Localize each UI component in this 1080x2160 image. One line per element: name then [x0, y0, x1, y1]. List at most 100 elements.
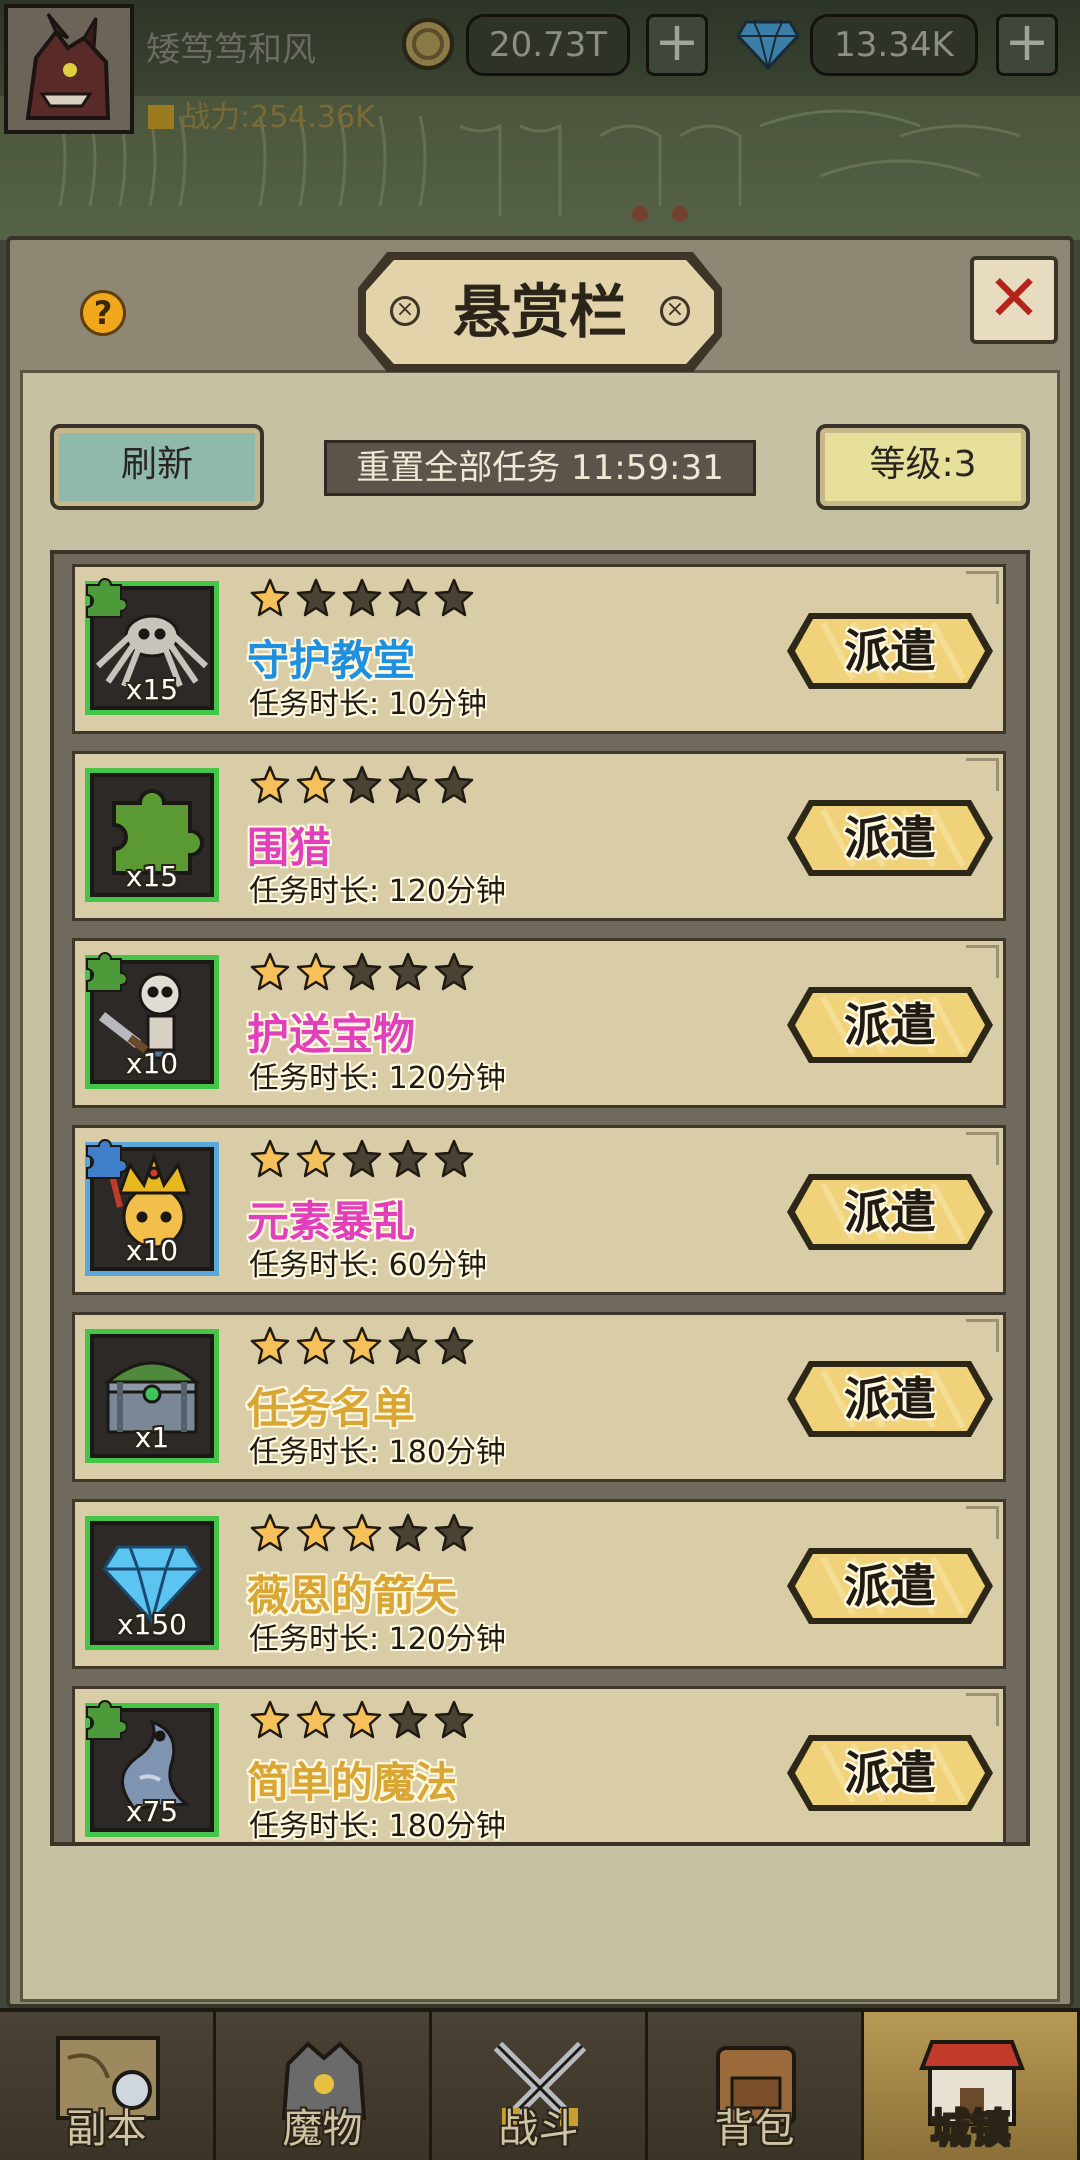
- refresh-button[interactable]: 刷新: [50, 424, 264, 510]
- dispatch-button[interactable]: 派遣: [783, 796, 997, 880]
- difficulty-stars: [249, 951, 475, 997]
- dragon-avatar-icon: [8, 8, 130, 130]
- star-empty-icon: [433, 1512, 475, 1558]
- bottom-nav: 副本 魔物 战斗 背包 城镇: [0, 2008, 1080, 2160]
- quest-duration: 任务时长: 120分钟: [249, 1061, 506, 1096]
- panel-title: 悬赏栏: [452, 278, 627, 346]
- puzzle-tag-icon: [86, 952, 127, 992]
- reward-count: x15: [125, 673, 179, 706]
- star-empty-icon: [433, 764, 475, 810]
- star-filled-icon: [295, 1512, 337, 1558]
- star-empty-icon: [341, 577, 383, 623]
- help-button[interactable]: ?: [80, 290, 126, 336]
- star-empty-icon: [295, 577, 337, 623]
- star-empty-icon: [433, 1325, 475, 1371]
- quest-duration: 任务时长: 120分钟: [249, 874, 506, 909]
- nav-item[interactable]: 战斗: [432, 2012, 648, 2160]
- close-button[interactable]: ✕: [970, 256, 1058, 344]
- nav-item[interactable]: 魔物: [216, 2012, 432, 2160]
- star-filled-icon: [341, 1512, 383, 1558]
- dispatch-button[interactable]: 派遣: [783, 1544, 997, 1628]
- level-button[interactable]: 等级:3: [816, 424, 1030, 510]
- combat-power: 战力:254.36K: [148, 92, 375, 136]
- reward-count: x75: [125, 1795, 179, 1828]
- star-filled-icon: [249, 1512, 291, 1558]
- star-empty-icon: [341, 764, 383, 810]
- quest-row: x15 守护教堂 任务时长: 10分钟 派遣: [72, 564, 1006, 734]
- star-filled-icon: [249, 1325, 291, 1371]
- star-filled-icon: [249, 764, 291, 810]
- close-icon: ✕: [987, 262, 1041, 336]
- quest-row: x10 护送宝物 任务时长: 120分钟 派遣: [72, 938, 1006, 1108]
- reward-icon-frame[interactable]: x15: [85, 768, 219, 902]
- star-filled-icon: [249, 1699, 291, 1745]
- star-filled-icon: [295, 1699, 337, 1745]
- star-filled-icon: [249, 951, 291, 997]
- quest-duration: 任务时长: 60分钟: [249, 1248, 487, 1283]
- add-gold-button[interactable]: +: [646, 14, 708, 76]
- dispatch-button[interactable]: 派遣: [783, 983, 997, 1067]
- star-empty-icon: [387, 1699, 429, 1745]
- dispatch-button[interactable]: 派遣: [783, 1357, 997, 1441]
- reward-count: x10: [125, 1047, 179, 1080]
- difficulty-stars: [249, 577, 475, 623]
- gold-amount: 20.73T: [466, 14, 630, 76]
- nav-label: 副本: [66, 2106, 147, 2152]
- star-empty-icon: [433, 1138, 475, 1184]
- difficulty-stars: [249, 1325, 475, 1371]
- star-filled-icon: [295, 1138, 337, 1184]
- quest-row: x15 围猎 任务时长: 120分钟 派遣: [72, 751, 1006, 921]
- dispatch-button[interactable]: 派遣: [783, 1731, 997, 1815]
- star-empty-icon: [387, 577, 429, 623]
- star-empty-icon: [341, 1138, 383, 1184]
- puzzle-tag-icon: [86, 578, 127, 618]
- combat-power-text: 战力:254.36K: [180, 100, 375, 135]
- quest-list[interactable]: x15 守护教堂 任务时长: 10分钟 派遣 x15 围猎 任务时长: 120分钟 派遣 x10…: [50, 550, 1030, 1846]
- player-avatar[interactable]: [4, 4, 134, 134]
- star-empty-icon: [387, 764, 429, 810]
- quest-duration: 任务时长: 10分钟: [249, 687, 487, 722]
- star-filled-icon: [295, 1325, 337, 1371]
- nav-item[interactable]: 城镇: [864, 2012, 1080, 2160]
- reward-count: x1: [134, 1421, 170, 1454]
- star-filled-icon: [295, 764, 337, 810]
- gold-coin-icon: [402, 18, 454, 70]
- star-filled-icon: [249, 1138, 291, 1184]
- reward-icon-frame[interactable]: x150: [85, 1516, 219, 1650]
- star-empty-icon: [433, 577, 475, 623]
- star-filled-icon: [341, 1699, 383, 1745]
- star-filled-icon: [249, 577, 291, 623]
- quest-row: x10 元素暴乱 任务时长: 60分钟 派遣: [72, 1125, 1006, 1295]
- reset-timer: 重置全部任务 11:59:31: [324, 440, 756, 496]
- nav-label: 城镇: [930, 2106, 1011, 2152]
- star-empty-icon: [387, 1325, 429, 1371]
- difficulty-stars: [249, 1138, 475, 1184]
- quest-duration: 任务时长: 180分钟: [249, 1435, 506, 1470]
- star-empty-icon: [433, 951, 475, 997]
- difficulty-stars: [249, 764, 475, 810]
- quest-row: x150 薇恩的箭矢 任务时长: 120分钟 派遣: [72, 1499, 1006, 1669]
- player-name: 矮笃笃和风: [146, 30, 316, 70]
- gem-icon: [736, 20, 800, 70]
- gem-amount: 13.34K: [810, 14, 978, 76]
- dispatch-button[interactable]: 派遣: [783, 609, 997, 693]
- dispatch-button[interactable]: 派遣: [783, 1170, 997, 1254]
- reward-count: x150: [116, 1608, 187, 1641]
- power-icon: [148, 105, 174, 129]
- nav-item[interactable]: 副本: [0, 2012, 216, 2160]
- nav-label: 战斗: [498, 2106, 579, 2152]
- nav-label: 背包: [714, 2106, 795, 2152]
- star-empty-icon: [387, 1512, 429, 1558]
- quest-duration: 任务时长: 180分钟: [249, 1809, 506, 1844]
- quest-duration: 任务时长: 120分钟: [249, 1622, 506, 1657]
- star-empty-icon: [341, 951, 383, 997]
- difficulty-stars: [249, 1512, 475, 1558]
- nav-item[interactable]: 背包: [648, 2012, 864, 2160]
- reward-icon-frame[interactable]: x1: [85, 1329, 219, 1463]
- star-empty-icon: [433, 1699, 475, 1745]
- reward-count: x10: [125, 1234, 179, 1267]
- nav-label: 魔物: [282, 2106, 363, 2152]
- difficulty-stars: [249, 1699, 475, 1745]
- star-filled-icon: [295, 951, 337, 997]
- add-gems-button[interactable]: +: [996, 14, 1058, 76]
